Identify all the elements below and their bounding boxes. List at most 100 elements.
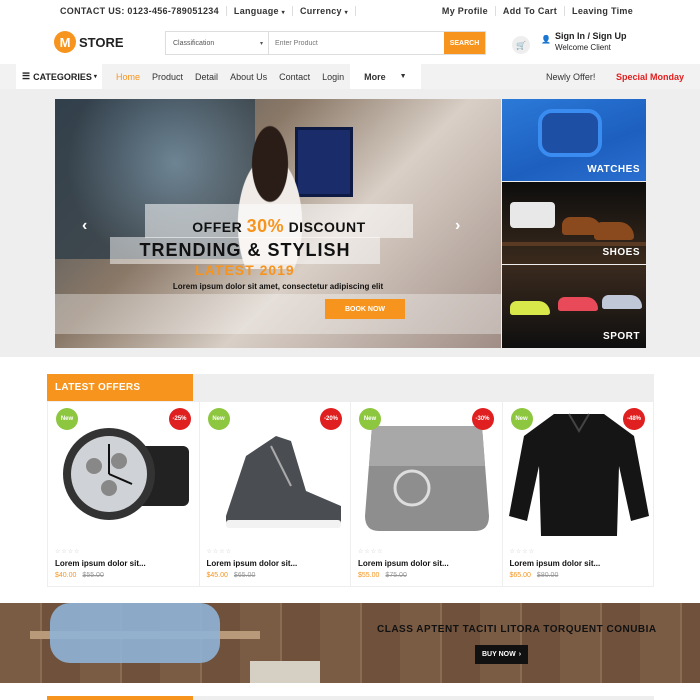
shirt-image bbox=[510, 202, 555, 228]
product-grid: New -25% ☆☆☆☆ Lorem ipsum dolor sit... $… bbox=[47, 401, 654, 587]
leaving-time-link[interactable]: Leaving Time bbox=[564, 6, 640, 16]
chevron-left-icon[interactable]: ‹ bbox=[82, 217, 87, 235]
discount-badge: -20% bbox=[320, 408, 342, 430]
shoes-banner[interactable]: SHOES bbox=[502, 182, 646, 264]
chevron-right-icon: › bbox=[518, 651, 522, 658]
newly-offer-link[interactable]: Newly Offer! bbox=[546, 72, 595, 82]
product-card[interactable]: New -30% ☆☆☆☆ Lorem ipsum dolor sit... $… bbox=[351, 401, 503, 587]
product-card[interactable]: New -25% ☆☆☆☆ Lorem ipsum dolor sit... $… bbox=[48, 401, 200, 587]
slide-description: Lorem ipsum dolor sit amet, consectetur … bbox=[172, 282, 384, 291]
welcome-text: Welcome Client bbox=[555, 43, 611, 52]
watches-banner[interactable]: WATCHES bbox=[502, 99, 646, 181]
chevron-right-icon[interactable]: › bbox=[455, 217, 460, 235]
chevron-down-icon: ▾ bbox=[281, 10, 285, 16]
banner-title: CLASS APTENT TACITI LITORA TORQUENT CONU… bbox=[377, 624, 657, 635]
rating-stars: ☆☆☆☆ bbox=[358, 549, 384, 555]
buy-now-button[interactable]: BUY NOW › bbox=[475, 645, 528, 664]
more-dropdown[interactable]: More ▼ bbox=[350, 64, 421, 89]
product-name[interactable]: Lorem ipsum dolor sit... bbox=[510, 559, 601, 568]
product-card[interactable]: New -48% ☆☆☆☆ Lorem ipsum dolor sit... $… bbox=[502, 401, 654, 587]
search-category-label: Classification bbox=[173, 39, 215, 47]
user-icon: 👤 bbox=[541, 35, 551, 44]
logo-text: STORE bbox=[79, 34, 124, 50]
product-name[interactable]: Lorem ipsum dolor sit... bbox=[358, 559, 449, 568]
model-legs-image bbox=[50, 603, 220, 663]
cart-icon[interactable]: 🛒 bbox=[512, 36, 530, 54]
slide-strip bbox=[55, 294, 501, 334]
nav-link-contact[interactable]: Contact bbox=[273, 72, 316, 82]
caret-down-icon: ▾ bbox=[259, 40, 263, 47]
buy-now-label: BUY NOW bbox=[481, 651, 516, 658]
new-badge: New bbox=[207, 408, 230, 430]
language-label: Language bbox=[233, 6, 279, 16]
product-price: $65.00 $80.00 bbox=[510, 572, 559, 579]
new-badge: New bbox=[56, 408, 78, 430]
offer-prefix: OFFER bbox=[192, 219, 243, 235]
latest-offers-section: LATEST OFFERS New -25% ☆☆☆☆ Lorem ipsum … bbox=[47, 374, 654, 587]
old-price: $80.00 bbox=[536, 572, 559, 579]
offer-percent: 30% bbox=[246, 216, 285, 236]
current-price: $40.00 bbox=[55, 572, 77, 579]
section-header: LATEST OFFERS bbox=[47, 374, 654, 401]
categories-button[interactable]: ☰ CATEGORIES ▾ bbox=[16, 64, 102, 89]
currency-label: Currency bbox=[299, 6, 342, 16]
shoes-label: SHOES bbox=[602, 247, 640, 258]
rating-stars: ☆☆☆☆ bbox=[55, 549, 81, 555]
promo-banner: CLASS APTENT TACITI LITORA TORQUENT CONU… bbox=[0, 603, 700, 683]
rating-stars: ☆☆☆☆ bbox=[206, 549, 233, 555]
header: M STORE Classification ▾ SEARCH 🛒 👤 Sign… bbox=[0, 22, 700, 64]
latest-offers-title: LATEST OFFERS bbox=[47, 374, 193, 401]
shoe-image bbox=[594, 222, 634, 240]
new-badge: New bbox=[359, 408, 381, 430]
product-price: $45.00 $65.00 bbox=[207, 572, 256, 579]
nav-link-about-us[interactable]: About Us bbox=[224, 72, 273, 82]
sneaker-image bbox=[510, 301, 550, 315]
new-badge: New bbox=[510, 408, 533, 430]
old-price: $55.00 bbox=[82, 572, 104, 579]
discount-badge: -48% bbox=[623, 408, 645, 430]
watches-label: WATCHES bbox=[587, 164, 640, 175]
top-bar: CONTACT US: 0123-456-789051234 Language … bbox=[0, 0, 700, 22]
old-price: $65.00 bbox=[233, 572, 256, 579]
my-profile-link[interactable]: My Profile bbox=[435, 6, 495, 16]
nav-link-detail[interactable]: Detail bbox=[189, 72, 224, 82]
product-card[interactable]: New -20% ☆☆☆☆ Lorem ipsum dolor sit... $… bbox=[199, 401, 351, 587]
old-price: $75.00 bbox=[385, 572, 407, 579]
currency-dropdown[interactable]: Currency ▾ bbox=[293, 6, 356, 16]
sneaker-image bbox=[558, 297, 598, 311]
nav-link-login[interactable]: Login bbox=[316, 72, 350, 82]
discount-badge: -30% bbox=[471, 408, 494, 430]
product-price: $55.00 $75.00 bbox=[358, 572, 407, 579]
book-now-button[interactable]: BOOK NOW bbox=[325, 299, 405, 319]
search-button[interactable]: SEARCH bbox=[444, 32, 485, 54]
next-section-tab bbox=[47, 696, 193, 700]
user-account[interactable]: 👤 Sign In / Sign Up Welcome Client bbox=[541, 31, 627, 53]
sport-banner[interactable]: SPORT bbox=[502, 265, 646, 348]
slide-subheadline: LATEST 2019 bbox=[195, 262, 295, 278]
signin-link[interactable]: Sign In / Sign Up bbox=[555, 31, 627, 42]
hero-slider: OFFER 30% DISCOUNT TRENDING & STYLISH LA… bbox=[55, 99, 501, 348]
search-input[interactable] bbox=[269, 32, 444, 54]
shopping-bag-image bbox=[250, 661, 320, 683]
next-section-header bbox=[47, 696, 654, 700]
nav-link-home[interactable]: Home bbox=[110, 72, 146, 82]
offer-text: OFFER 30% DISCOUNT bbox=[145, 216, 413, 237]
main-nav: ☰ CATEGORIES ▾ Home Product Detail About… bbox=[0, 64, 700, 89]
product-name[interactable]: Lorem ipsum dolor sit... bbox=[207, 559, 298, 568]
watch-image bbox=[538, 109, 602, 157]
special-monday-link[interactable]: Special Monday bbox=[616, 72, 684, 82]
language-dropdown[interactable]: Language ▾ bbox=[227, 6, 293, 16]
search-category-select[interactable]: Classification ▾ bbox=[166, 32, 269, 54]
product-name[interactable]: Lorem ipsum dolor sit... bbox=[55, 559, 146, 568]
add-to-cart-link[interactable]: Add To Cart bbox=[494, 6, 564, 16]
shelf bbox=[502, 242, 646, 246]
contact-info: CONTACT US: 0123-456-789051234 bbox=[60, 6, 227, 16]
hero-area: OFFER 30% DISCOUNT TRENDING & STYLISH LA… bbox=[0, 89, 700, 357]
nav-link-product[interactable]: Product bbox=[146, 72, 189, 82]
rating-stars: ☆☆☆☆ bbox=[509, 549, 536, 555]
sport-label: SPORT bbox=[603, 331, 640, 342]
logo[interactable]: M STORE bbox=[54, 31, 124, 53]
chevron-down-icon: ▼ bbox=[399, 73, 407, 80]
nav-links: Home Product Detail About Us Contact Log… bbox=[110, 64, 421, 89]
current-price: $45.00 bbox=[206, 572, 228, 579]
